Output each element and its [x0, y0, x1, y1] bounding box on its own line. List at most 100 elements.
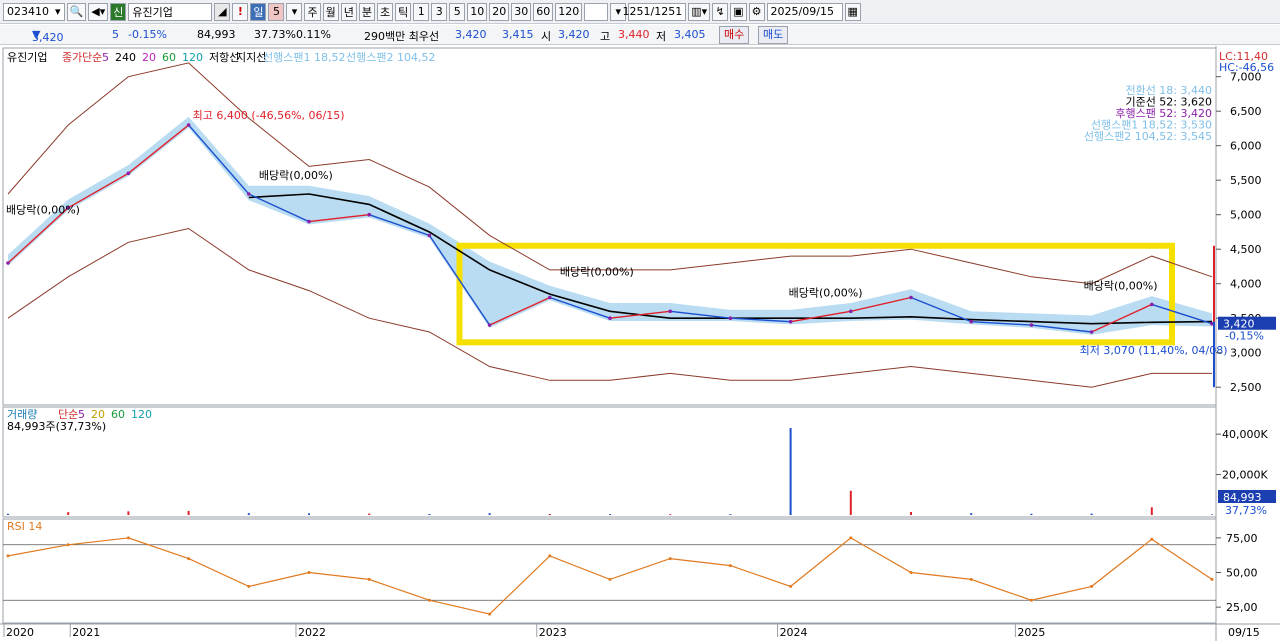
close-point [307, 219, 311, 224]
tab-tick[interactable]: 틱 [395, 2, 412, 21]
tab-weekly[interactable]: 주 [304, 2, 321, 21]
tab-minute[interactable]: 분 [358, 2, 375, 21]
buy-button[interactable]: 매수 [719, 26, 750, 44]
price-tick-label: 2,500 [1230, 381, 1262, 394]
interval-1[interactable]: 1 [413, 2, 430, 21]
volume-legend-item: 60 [111, 408, 125, 421]
price-change: 5 [112, 28, 119, 41]
search-icon[interactable]: 🔍 [66, 2, 87, 21]
volume-bar [910, 511, 912, 515]
rsi-point [909, 571, 913, 574]
low-label: 저 [656, 30, 667, 43]
rsi-point [608, 577, 612, 581]
rsi-point [1090, 584, 1094, 588]
chart-type-icon[interactable]: ▥▾ [688, 2, 711, 21]
close-point [487, 323, 492, 327]
custom-interval-field[interactable] [584, 2, 609, 21]
rsi-tick-label: 75,00 [1226, 532, 1258, 545]
dividend-annotation: 배당락(0,00%) [259, 169, 333, 182]
volume-last-pct: 37,73% [1225, 504, 1267, 517]
rsi-point [307, 571, 311, 574]
interval-120[interactable]: 120 [555, 2, 583, 21]
price-tick-label: 4,500 [1230, 243, 1262, 256]
volume-bar [548, 513, 551, 515]
dividend-annotation: 배당락(0,00%) [1084, 280, 1158, 293]
rsi-point [247, 584, 251, 588]
bid-1: 3,420 [455, 28, 487, 41]
volume-bar [368, 513, 371, 515]
tab-monthly[interactable]: 월 [322, 2, 339, 21]
interval-5[interactable]: 5 [449, 2, 466, 21]
interval-3[interactable]: 3 [431, 2, 448, 21]
alert-button[interactable]: ! [232, 2, 249, 21]
chart-svg[interactable]: 최고 6,400 (-46,56%, 06/15) 최저 3,070 (11,40… [0, 46, 1280, 641]
volume-current: 84,993주(37,73%) [7, 420, 106, 433]
legend-item: 60 [162, 51, 176, 64]
count-field[interactable]: 1251/1251 [623, 2, 687, 21]
rsi-point [66, 543, 70, 547]
high-price: 3,440 [618, 28, 650, 41]
tab-daily[interactable]: 일 [250, 2, 267, 21]
dividend-annotation: 배당락(0,00%) [6, 204, 80, 217]
rsi-point [187, 557, 191, 561]
quote-bar: 3,420 ▼ 5 -0.15% 84,993 37.73% 0.11% 290… [0, 25, 1280, 45]
tab-yearly[interactable]: 년 [340, 2, 357, 21]
legend-item: 선행스팬1 18,52 [263, 51, 345, 64]
legend-item: 선행스팬2 104,52 [346, 51, 435, 64]
volume-last-label: 84,993 [1223, 491, 1262, 504]
interval-10[interactable]: 10 [467, 2, 488, 21]
close-point [1029, 323, 1034, 327]
rsi-point [367, 577, 371, 581]
close-point [788, 319, 793, 324]
rsi-point [728, 564, 732, 568]
volume-bar [970, 513, 973, 515]
stock-name[interactable]: 유진기업 [128, 2, 213, 21]
tab-second[interactable]: 초 [376, 2, 394, 21]
volume-bar [247, 513, 250, 515]
price-tick-label: 5,500 [1230, 174, 1262, 187]
legend-item: 종가 [62, 51, 82, 64]
interval-30[interactable]: 30 [511, 2, 532, 21]
close-point [969, 319, 973, 324]
interval-20[interactable]: 20 [489, 2, 510, 21]
tool-icon[interactable]: ↯ [712, 2, 729, 21]
period-number[interactable]: 5 [268, 2, 285, 21]
close-point [367, 212, 372, 217]
close-point [427, 233, 432, 238]
rsi-point [789, 584, 793, 588]
sell-button[interactable]: 매도 [758, 26, 789, 44]
high-annotation: 최고 6,400 (-46,56%, 06/15) [193, 109, 345, 122]
interval-60[interactable]: 60 [533, 2, 554, 21]
speaker-icon[interactable]: ◀▾ [88, 2, 109, 21]
legend-item: 5 [102, 51, 109, 64]
volume-tick-label: 40,000K [1222, 428, 1268, 441]
x-tick-label: 2024 [780, 626, 808, 639]
rsi-point [1150, 537, 1154, 541]
rsi-point [548, 554, 552, 558]
close-point [909, 295, 913, 300]
close-point [6, 261, 10, 265]
dividend-annotation: 배당락(0,00%) [560, 266, 634, 279]
turnover: 0.11% [296, 28, 331, 41]
rsi-point [1029, 598, 1033, 602]
rsi-point [427, 598, 431, 602]
close-point [126, 171, 131, 176]
volume-bar [669, 514, 672, 515]
calendar-icon[interactable]: ▦ [844, 2, 861, 21]
price-tick-label: 4,000 [1230, 278, 1262, 291]
close-point [186, 123, 191, 127]
date-field[interactable]: 2025/09/15 [766, 2, 843, 21]
chart-area[interactable]: 최고 6,400 (-46,56%, 06/15) 최저 3,070 (11,40… [0, 46, 1280, 641]
period-dropdown-icon[interactable]: ▾ [286, 2, 303, 21]
legend-item: 240 [115, 51, 136, 64]
price-tick-label: 6,500 [1230, 105, 1262, 118]
stock-code-field[interactable]: 023410 ▾ [3, 2, 65, 21]
volume-bar [428, 513, 431, 515]
close-point [728, 316, 733, 321]
volume-bar [67, 512, 70, 515]
save-icon[interactable]: ▣ [730, 2, 747, 21]
bid-2: 3,415 [502, 28, 534, 41]
dropdown-corner-icon[interactable]: ◢ [214, 2, 231, 21]
volume-bar [1090, 513, 1093, 515]
settings-gear-icon[interactable]: ⚙ [748, 2, 765, 21]
